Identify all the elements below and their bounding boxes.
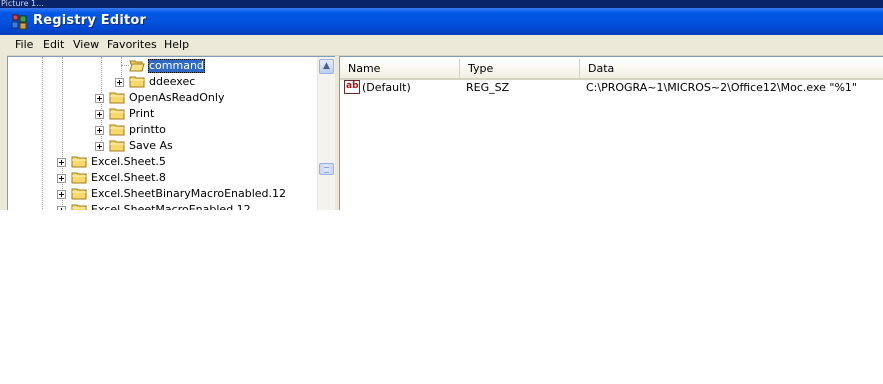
registry-tree[interactable]: command ddeexec OpenAsReadOnly Print pri [7,56,336,212]
menu-help[interactable]: Help [164,38,189,52]
expand-icon[interactable] [57,174,66,183]
tree-item-label: Print [129,107,155,120]
expand-icon[interactable] [95,126,104,135]
menu-favorites[interactable]: Favorites [107,38,157,52]
folder-icon [71,172,87,184]
column-header-data[interactable]: Data [580,59,883,78]
folder-open-icon [129,60,145,72]
tree-item-label: Excel.Sheet.5 [91,155,166,168]
value-data: C:\PROGRA~1\MICROS~2\Office12\Moc.exe "%… [586,81,857,94]
expand-icon[interactable] [115,78,124,87]
tree-item-label: command [148,59,205,73]
folder-icon [109,108,125,120]
expand-icon[interactable] [95,142,104,151]
list-header: Name Type Data [340,59,883,80]
background-window-title: Picture 1... [0,0,883,8]
expand-icon[interactable] [57,190,66,199]
tree-item-label: Excel.SheetBinaryMacroEnabled.12 [91,187,287,200]
menu-view[interactable]: View [73,38,99,52]
window-frame [0,35,7,210]
expand-icon[interactable] [57,158,66,167]
window-title: Registry Editor [33,13,147,28]
menu-bar: File Edit View Favorites Help [0,35,883,56]
tree-guide-line [62,57,63,211]
tree-vertical-scrollbar[interactable]: ▲ [317,57,335,211]
scroll-up-arrow-icon[interactable]: ▲ [319,59,334,74]
empty-area [0,210,883,384]
folder-icon [129,76,145,88]
folder-icon [71,188,87,200]
expand-icon[interactable] [95,94,104,103]
registry-editor-icon [11,14,27,30]
tree-item-label: ddeexec [149,75,196,88]
column-header-type[interactable]: Type [460,59,580,78]
folder-icon [71,156,87,168]
folder-icon [109,92,125,104]
menu-edit[interactable]: Edit [43,38,64,52]
column-header-name[interactable]: Name [340,59,460,78]
menu-file[interactable]: File [15,38,33,52]
scrollbar-thumb[interactable] [319,163,334,175]
values-list[interactable]: Name Type Data ab (Default) REG_SZ C:\PR… [339,56,883,211]
string-value-icon: ab [344,80,360,94]
tree-guide-line [101,57,102,149]
title-bar[interactable]: Registry Editor [0,8,883,35]
tree-guide-line [121,65,129,66]
tree-item-label: printto [129,123,166,136]
folder-icon [109,124,125,136]
folder-icon [109,140,125,152]
expand-icon[interactable] [95,110,104,119]
value-name: (Default) [362,81,411,94]
tree-item-label: Excel.Sheet.8 [91,171,166,184]
value-type: REG_SZ [466,81,510,94]
tree-item-label: OpenAsReadOnly [129,91,225,104]
tree-guide-line [42,57,43,211]
tree-item-label: Save As [129,139,173,152]
